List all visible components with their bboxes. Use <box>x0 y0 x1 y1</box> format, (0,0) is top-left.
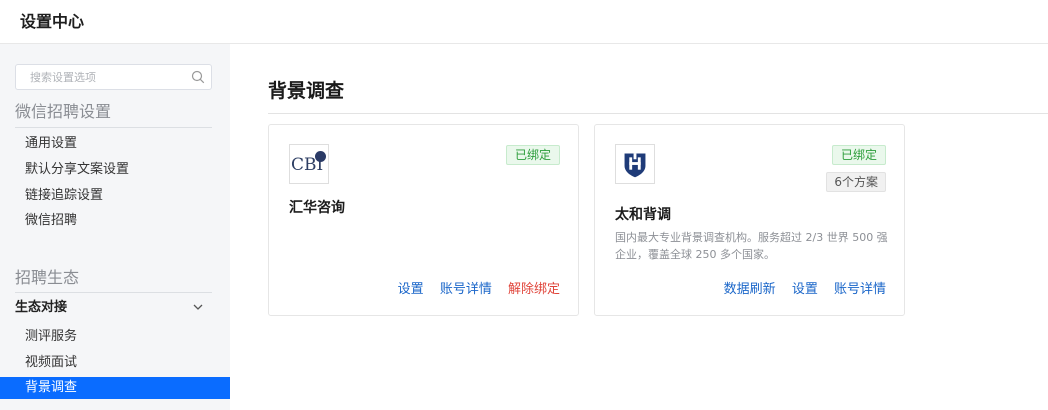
vendor-name: 汇华咨询 <box>289 200 345 216</box>
card-actions: 数据刷新 设置 账号详情 <box>712 278 886 297</box>
card-actions: 设置 账号详情 解除绑定 <box>386 278 560 297</box>
vendor-description: 国内最大专业背景调查机构。服务超过 2/3 世界 500 强企业，覆盖全球 25… <box>615 231 888 261</box>
status-badge: 已绑定 <box>505 145 560 165</box>
sidebar-item-video-interview[interactable]: 视频面试 <box>0 352 230 374</box>
sidebar-item-background-check[interactable]: 背景调查 <box>0 377 230 399</box>
unbind-link[interactable]: 解除绑定 <box>508 282 560 297</box>
refresh-data-link[interactable]: 数据刷新 <box>724 282 776 297</box>
main-content: 背景调查 CBI 汇华咨询 已绑定 设置 账号详情 解除绑定 太和背调 已绑定 … <box>230 44 1048 410</box>
divider <box>15 127 212 128</box>
vendor-logo-cbi: CBI <box>289 144 329 184</box>
status-badge: 已绑定 <box>831 145 886 165</box>
account-details-link[interactable]: 账号详情 <box>834 282 886 297</box>
title-divider <box>268 113 1048 114</box>
sidebar-item-assessment[interactable]: 测评服务 <box>0 326 230 348</box>
app-title: 设置中心 <box>20 12 85 31</box>
top-bar: 设置中心 <box>0 0 1048 44</box>
chevron-down-icon[interactable] <box>192 301 204 313</box>
page-title: 背景调查 <box>268 80 345 102</box>
search-icon[interactable] <box>191 70 205 84</box>
section-title-ecosystem: 招聘生态 <box>15 268 80 287</box>
account-details-link[interactable]: 账号详情 <box>440 282 492 297</box>
settings-link[interactable]: 设置 <box>792 282 818 297</box>
shield-logo-icon <box>624 153 646 178</box>
sidebar-group-label: 生态对接 <box>15 300 68 315</box>
vendor-card-huihua: CBI 汇华咨询 已绑定 设置 账号详情 解除绑定 <box>268 124 579 316</box>
vendor-name: 太和背调 <box>615 207 671 223</box>
sidebar-item-share-copy[interactable]: 默认分享文案设置 <box>0 159 230 181</box>
vendor-card-taihe: 太和背调 已绑定 6个方案 国内最大专业背景调查机构。服务超过 2/3 世界 5… <box>594 124 905 316</box>
plan-count-badge: 6个方案 <box>826 172 886 192</box>
logo-dot-icon <box>315 151 326 162</box>
divider <box>15 292 212 293</box>
search-box[interactable]: 搜索设置选项 <box>15 64 212 90</box>
settings-link[interactable]: 设置 <box>398 282 424 297</box>
section-title-wechat: 微信招聘设置 <box>15 102 112 121</box>
sidebar-item-link-tracking[interactable]: 链接追踪设置 <box>0 185 230 207</box>
sidebar-group-ecosystem[interactable]: 生态对接 <box>15 296 212 320</box>
sidebar-item-wechat-recruit[interactable]: 微信招聘 <box>0 210 230 232</box>
vendor-logo-taihe <box>615 144 655 184</box>
search-input[interactable]: 搜索设置选项 <box>30 69 96 85</box>
sidebar: 搜索设置选项 微信招聘设置 通用设置 默认分享文案设置 链接追踪设置 微信招聘 … <box>0 44 230 410</box>
sidebar-item-general[interactable]: 通用设置 <box>0 133 230 155</box>
